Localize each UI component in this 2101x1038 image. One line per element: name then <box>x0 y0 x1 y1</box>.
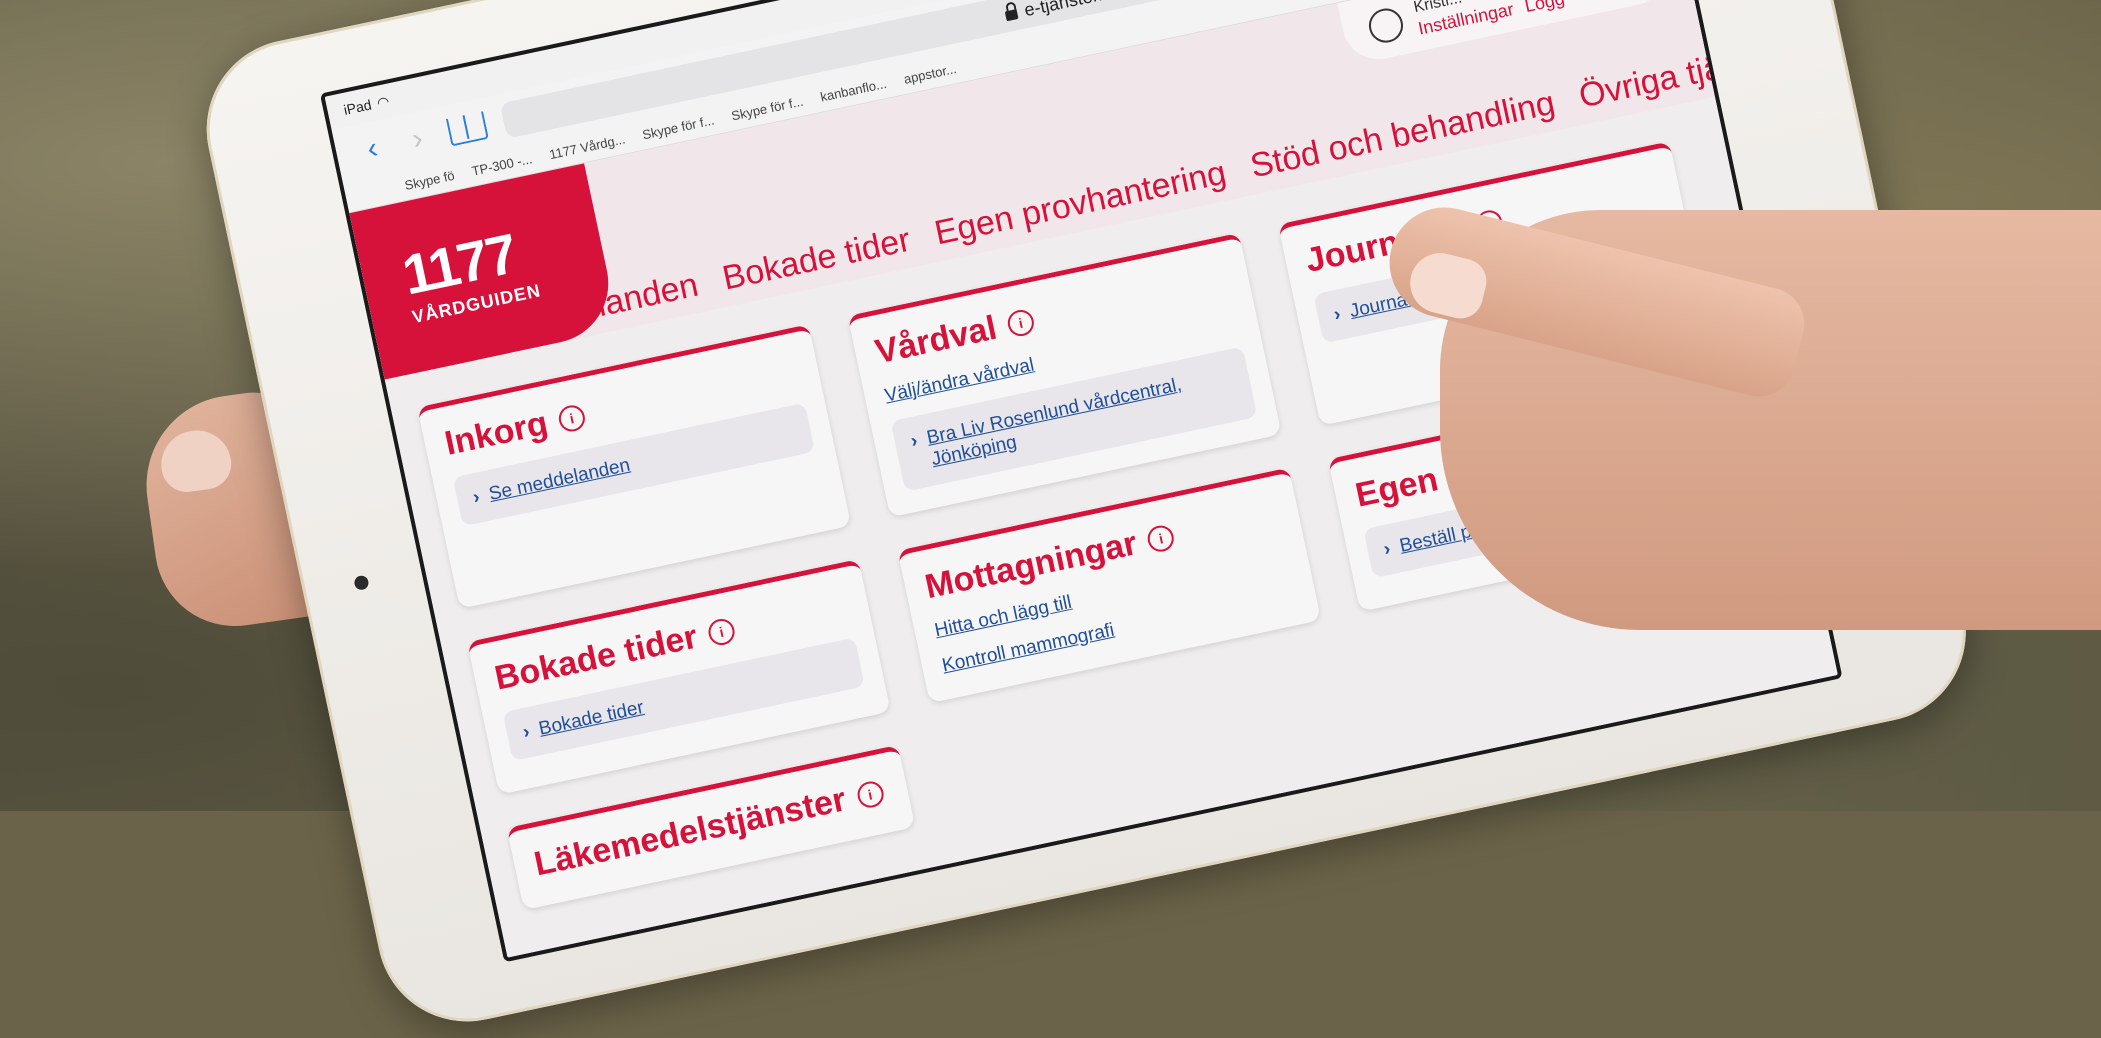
chevron-right-icon: › <box>521 721 532 744</box>
device-label: iPad <box>342 96 373 118</box>
info-icon[interactable]: i <box>1145 522 1177 554</box>
card-link-text: Bokade tider <box>536 697 646 740</box>
info-icon[interactable]: i <box>854 778 886 810</box>
chevron-right-icon: › <box>471 486 482 509</box>
logout-link[interactable]: Logg <box>1523 0 1567 17</box>
card-title-text: Vårdval <box>871 308 1000 372</box>
card-title-text: Inkorg <box>441 404 552 463</box>
wifi-icon: ◠ <box>375 92 391 111</box>
card-vardval: Vårdval i Välj/ändra vårdval › Bra Liv R… <box>847 232 1282 518</box>
chevron-right-icon: › <box>1331 303 1343 326</box>
card-inkorg: Inkorg i › Se meddelanden <box>417 324 852 609</box>
chevron-right-icon: › <box>1381 538 1393 561</box>
chevron-right-icon: › <box>908 430 920 453</box>
card-title-text: Läkemedelstjänster <box>530 780 850 884</box>
bookmark-item[interactable]: TP-300 -... <box>470 151 533 178</box>
bookmark-item[interactable]: Skype fö <box>403 167 456 192</box>
card-extra-link[interactable]: › Bra Liv Rosenlund vårdcentral, Jönköpi… <box>890 346 1258 492</box>
bookmark-item[interactable]: kanbanflo... <box>819 75 888 104</box>
forward-icon[interactable]: › <box>400 120 434 159</box>
info-icon[interactable]: i <box>1005 307 1037 338</box>
info-icon[interactable]: i <box>705 616 737 647</box>
card-link-text: Se meddelanden <box>487 454 632 506</box>
lock-icon <box>1004 9 1019 22</box>
bookmarks-book-icon[interactable] <box>445 111 489 147</box>
user-info: Kristi... Inställningar Logg <box>1412 0 1566 39</box>
bookmark-item[interactable]: appstor... <box>902 61 957 87</box>
user-icon <box>1365 5 1407 46</box>
info-icon[interactable]: i <box>556 402 588 434</box>
thumbnail <box>156 426 235 496</box>
back-icon[interactable]: ‹ <box>355 129 389 168</box>
card-mottagningar: Mottagningar i Hitta och lägg till Kontr… <box>897 467 1322 704</box>
card-title: Läkemedelstjänster i <box>531 771 891 884</box>
